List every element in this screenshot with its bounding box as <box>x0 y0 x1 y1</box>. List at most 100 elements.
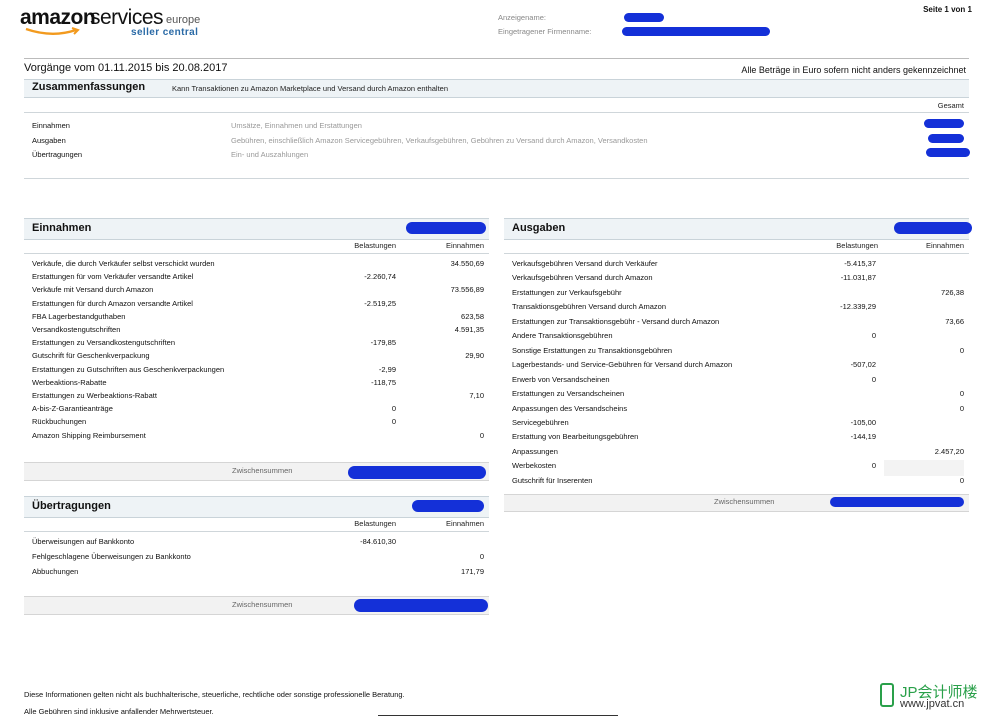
income-row-debit: 0 <box>391 417 396 427</box>
income-row-label: Verkäufe, die durch Verkäufer selbst ver… <box>32 259 215 268</box>
logo-europe: europe <box>166 14 201 26</box>
summary-row-label: Übertragungen <box>32 150 83 159</box>
redaction-transfers-subtotal <box>354 599 488 612</box>
income-row-debit: -2,99 <box>378 364 396 374</box>
expenses-row-debit: -144,19 <box>850 432 876 442</box>
income-row-debit: -179,85 <box>370 338 396 348</box>
income-col-credits: Einnahmen <box>446 241 484 250</box>
transfers-col-credits: Einnahmen <box>446 519 484 528</box>
income-row-credit: 0 <box>479 430 484 440</box>
expenses-row-debit: -105,00 <box>850 417 876 427</box>
page-number: Seite 1 von 1 <box>923 5 972 14</box>
expenses-grey-cell <box>884 460 964 476</box>
expenses-row-debit: 0 <box>871 374 876 384</box>
expenses-header-divider <box>504 253 969 254</box>
income-row-label: Erstattungen für vom Verkäufer versandte… <box>32 272 194 282</box>
summary-row-desc: Umsätze, Einnahmen und Erstattungen <box>231 121 362 130</box>
redaction-company-name <box>622 27 770 36</box>
income-row-label: Gutschrift für Geschenkverpackung <box>32 351 150 361</box>
redaction-summary-income <box>924 119 964 128</box>
expenses-row-label: Erstattung von Bearbeitungsgebühren <box>512 432 639 442</box>
expenses-col-debits: Belastungen <box>836 241 878 250</box>
income-row-credit: 623,58 <box>461 311 484 321</box>
summary-row-desc: Ein- und Auszahlungen <box>231 150 309 159</box>
redaction-income-subtotal <box>348 466 486 479</box>
expenses-row-label: Werbekosten <box>512 461 557 471</box>
expenses-row-label: Verkaufsgebühren Versand durch Verkäufer <box>512 259 658 268</box>
income-row-debit: 0 <box>391 404 396 414</box>
income-title: Einnahmen <box>32 222 92 234</box>
redaction-display-name <box>624 13 664 22</box>
watermark-logo-icon <box>880 683 894 707</box>
transfers-row-credit: 0 <box>479 552 484 561</box>
redaction-expenses-subtotal <box>830 497 964 507</box>
expenses-row-label: Erstattungen zu Versandscheinen <box>512 389 625 399</box>
summary-title: Zusammenfassungen <box>32 81 146 93</box>
transfers-row-label: Fehlgeschlagene Überweisungen zu Bankkon… <box>32 552 191 561</box>
income-row-label: FBA Lagerbestandguthaben <box>32 311 126 321</box>
footer-vat-note: Alle Gebühren sind inklusive anfallender… <box>24 707 214 716</box>
expenses-row-label: Sonstige Erstattungen zu Transaktionsgeb… <box>512 345 673 355</box>
income-row-debit: -2.519,25 <box>364 298 396 308</box>
expenses-row-credit: 0 <box>959 389 964 399</box>
income-row-label: Erstattungen zu Gutschriften aus Geschen… <box>32 364 225 374</box>
transfers-subtotal-label: Zwischensummen <box>232 600 293 609</box>
income-row-debit: -118,75 <box>371 377 396 387</box>
currency-note: Alle Beträge in Euro sofern nicht anders… <box>741 65 966 75</box>
income-row-label: Werbeaktions-Rabatte <box>32 377 107 387</box>
expenses-row-label: Servicegebühren <box>512 417 569 427</box>
expenses-row-label: Lagerbestands- und Service-Gebühren für … <box>512 360 733 370</box>
redaction-transfers-total <box>412 500 484 512</box>
expenses-row-credit: 0 <box>959 403 964 413</box>
transfers-row-credit: 171,79 <box>461 567 484 576</box>
expenses-row-label: Erwerb von Versandscheinen <box>512 374 610 384</box>
footer-disclaimer: Diese Informationen gelten nicht als buc… <box>24 690 405 699</box>
expenses-subtotal-label: Zwischensummen <box>714 497 775 506</box>
income-header-divider <box>24 253 489 254</box>
transfers-row-label: Abbuchungen <box>32 567 79 576</box>
income-row-label: Amazon Shipping Reimbursement <box>32 430 146 440</box>
expenses-row-debit: -11.031,87 <box>840 273 876 283</box>
expenses-row-debit: -12.339,29 <box>840 302 876 312</box>
income-row-credit: 73.556,89 <box>450 285 484 295</box>
expenses-row-credit: 0 <box>959 475 964 485</box>
transfers-col-debits: Belastungen <box>354 519 396 528</box>
summary-total-header: Gesamt <box>937 101 964 110</box>
summary-subtitle: Kann Transaktionen zu Amazon Marketplace… <box>172 84 449 93</box>
income-row-credit: 34.550,69 <box>450 259 484 268</box>
expenses-col-credits: Einnahmen <box>926 241 964 250</box>
expenses-row-debit: 0 <box>871 461 876 471</box>
expenses-row-label: Erstattungen zur Verkaufsgebühr <box>512 287 622 297</box>
expenses-row-label: Anpassungen <box>512 446 558 456</box>
expenses-row-credit: 726,38 <box>941 287 964 297</box>
transfers-row-debit: -84.610,30 <box>360 537 396 546</box>
expenses-row-label: Verkaufsgebühren Versand durch Amazon <box>512 273 653 283</box>
income-row-label: Erstattungen für durch Amazon versandte … <box>32 298 193 308</box>
transfers-header-divider <box>24 531 489 532</box>
expenses-row-label: Erstattungen zur Transaktionsgebühr - Ve… <box>512 316 720 326</box>
expenses-row-label: Transaktionsgebühren Versand durch Amazo… <box>512 302 666 312</box>
summary-header-divider <box>24 112 969 113</box>
income-row-label: Erstattungen zu Versandkostengutschrifte… <box>32 338 176 348</box>
redaction-expenses-total <box>894 222 972 234</box>
income-row-label: A-bis-Z-Garantieanträge <box>32 404 113 414</box>
footer-line <box>378 715 618 716</box>
watermark-url: www.jpvat.cn <box>900 698 965 710</box>
transfers-row-label: Überweisungen auf Bankkonto <box>32 537 135 546</box>
summary-bar <box>24 79 969 98</box>
expenses-title: Ausgaben <box>512 222 566 234</box>
expenses-row-debit: -5.415,37 <box>844 259 876 268</box>
income-row-label: Verkäufe mit Versand durch Amazon <box>32 285 154 295</box>
transfers-title: Übertragungen <box>32 500 111 512</box>
expenses-row-label: Gutschrift für Inserenten <box>512 475 593 485</box>
summary-bottom-divider <box>24 178 969 179</box>
expenses-row-credit: 73,66 <box>945 316 964 326</box>
expenses-row-credit: 2.457,20 <box>934 446 964 456</box>
expenses-row-label: Andere Transaktionsgebühren <box>512 331 613 341</box>
top-divider <box>24 58 969 59</box>
logo-seller-central: seller central <box>131 27 199 38</box>
income-row-credit: 7,10 <box>469 391 484 400</box>
redaction-income-total <box>406 222 486 234</box>
income-subtotal-label: Zwischensummen <box>232 466 293 475</box>
expenses-row-label: Anpassungen des Versandscheins <box>512 403 628 413</box>
